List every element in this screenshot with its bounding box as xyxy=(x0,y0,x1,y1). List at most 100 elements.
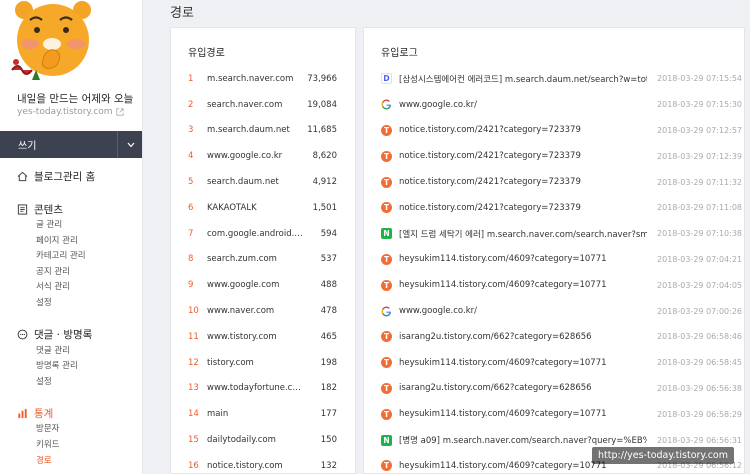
referrer-log-link[interactable]: notice.tistory.com/2421?category=723379 xyxy=(399,177,647,187)
referrer-log-row[interactable]: Tisarang2u.tistory.com/662?category=6286… xyxy=(364,324,744,350)
write-dropdown-toggle[interactable] xyxy=(117,131,142,158)
referrer-row[interactable]: 16 notice.tistory.com 132 xyxy=(171,453,355,474)
referrer-host[interactable]: www.todayfortune.c… xyxy=(207,383,305,393)
referrer-row[interactable]: 9 www.google.com 488 xyxy=(171,272,355,298)
menu-title-comments[interactable]: 댓글 · 방명록 xyxy=(0,326,142,344)
favicon-letter: T xyxy=(383,203,390,213)
referrer-log-row[interactable]: Theysukim114.tistory.com/4609?category=1… xyxy=(364,272,744,298)
referrer-rank: 11 xyxy=(188,331,199,342)
referrer-log-link[interactable]: notice.tistory.com/2421?category=723379 xyxy=(399,203,647,213)
referrer-host[interactable]: com.google.android.… xyxy=(207,229,305,239)
referrer-rank: 1 xyxy=(188,73,194,84)
referrer-log-link[interactable]: [삼성시스템에어컨 에러코드] m.search.daum.net/search… xyxy=(399,73,647,85)
referrer-host[interactable]: m.search.naver.com xyxy=(207,74,305,84)
referrer-row[interactable]: 4 www.google.co.kr 8,620 xyxy=(171,143,355,169)
menu-item-notices[interactable]: 공지 관리 xyxy=(0,265,142,281)
referrer-row[interactable]: 11 www.tistory.com 465 xyxy=(171,324,355,350)
referrer-rank: 9 xyxy=(188,280,194,291)
referrer-row[interactable]: 10 www.naver.com 478 xyxy=(171,298,355,324)
referrer-log-row[interactable]: Tnotice.tistory.com/2421?category=723379… xyxy=(364,143,744,169)
favicon-letter: T xyxy=(383,332,390,342)
referrer-host[interactable]: dailytodaily.com xyxy=(207,435,305,445)
referrer-log-row[interactable]: Theysukim114.tistory.com/4609?category=1… xyxy=(364,401,744,427)
menu-home[interactable]: 블로그관리 홈 xyxy=(0,166,142,186)
referrer-host[interactable]: notice.tistory.com xyxy=(207,461,305,471)
tistory-icon: T xyxy=(381,331,392,343)
referrer-log-row[interactable]: Tisarang2u.tistory.com/662?category=6286… xyxy=(364,376,744,402)
referrer-log-row[interactable]: Theysukim114.tistory.com/4609?category=1… xyxy=(364,350,744,376)
referrer-host[interactable]: search.daum.net xyxy=(207,177,305,187)
naver-icon: N xyxy=(381,434,392,446)
referrer-log-link[interactable]: notice.tistory.com/2421?category=723379 xyxy=(399,125,647,135)
blog-url-text[interactable]: yes-today.tistory.com xyxy=(17,107,113,117)
referrer-row[interactable]: 2 search.naver.com 19,084 xyxy=(171,92,355,118)
menu-title-stats[interactable]: 통계 xyxy=(0,404,142,422)
referrer-log-link[interactable]: www.google.co.kr/ xyxy=(399,306,647,316)
write-button[interactable]: 쓰기 xyxy=(0,131,142,158)
menu-item-pages[interactable]: 페이지 관리 xyxy=(0,234,142,250)
referrer-log-row[interactable]: Tnotice.tistory.com/2421?category=723379… xyxy=(364,195,744,221)
referrer-log-row[interactable]: D [삼성시스템에어컨 에러코드] m.search.daum.net/searc… xyxy=(364,66,744,92)
referrer-log-row[interactable]: Tnotice.tistory.com/2421?category=723379… xyxy=(364,118,744,144)
menu-item-comment-settings[interactable]: 설정 xyxy=(0,375,142,391)
blog-name[interactable]: 내일을 만드는 어제와 오늘 xyxy=(17,91,133,106)
referrer-host[interactable]: KAKAOTALK xyxy=(207,203,305,213)
referrer-log-link[interactable]: heysukim114.tistory.com/4609?category=10… xyxy=(399,358,647,368)
menu-item-visitors[interactable]: 방문자 xyxy=(0,422,142,438)
referrer-host[interactable]: www.google.co.kr xyxy=(207,151,305,161)
referrer-row[interactable]: 5 search.daum.net 4,912 xyxy=(171,169,355,195)
referrer-log-link[interactable]: isarang2u.tistory.com/662?category=62865… xyxy=(399,332,647,342)
referrer-count: 1,501 xyxy=(312,202,337,213)
referrer-row[interactable]: 7 com.google.android.… 594 xyxy=(171,221,355,247)
referrer-host[interactable]: main xyxy=(207,409,305,419)
menu-item-templates[interactable]: 서식 관리 xyxy=(0,280,142,296)
referrer-log-link[interactable]: www.google.co.kr/ xyxy=(399,100,647,110)
referrer-host[interactable]: www.tistory.com xyxy=(207,332,305,342)
referrer-log-row[interactable]: Tnotice.tistory.com/2421?category=723379… xyxy=(364,169,744,195)
referrer-host[interactable]: www.google.com xyxy=(207,280,305,290)
referrer-host[interactable]: search.zum.com xyxy=(207,254,305,264)
menu-item-categories[interactable]: 카테고리 관리 xyxy=(0,249,142,265)
menu-title-content[interactable]: 콘텐츠 xyxy=(0,200,142,218)
home-icon xyxy=(17,171,28,181)
menu-item-keywords[interactable]: 키워드 xyxy=(0,438,142,454)
referrer-log-row[interactable]: www.google.co.kr/2018-03-29 07:15:30 xyxy=(364,92,744,118)
tistory-icon: T xyxy=(381,408,392,420)
external-link-icon[interactable] xyxy=(115,108,124,116)
referrer-log-link[interactable]: heysukim114.tistory.com/4609?category=10… xyxy=(399,280,647,290)
referrer-host[interactable]: m.search.daum.net xyxy=(207,125,305,135)
referrer-row[interactable]: 3 m.search.daum.net 11,685 xyxy=(171,118,355,144)
referrer-row[interactable]: 13 www.todayfortune.c… 182 xyxy=(171,376,355,402)
referrer-log-link[interactable]: isarang2u.tistory.com/662?category=62865… xyxy=(399,383,647,393)
menu-item-guestbook[interactable]: 방명록 관리 xyxy=(0,359,142,375)
avatar[interactable] xyxy=(10,0,94,84)
favicon-letter: T xyxy=(383,125,390,135)
menu-item-comments[interactable]: 댓글 관리 xyxy=(0,344,142,360)
referrer-log-link[interactable]: heysukim114.tistory.com/4609?category=10… xyxy=(399,254,647,264)
blog-url[interactable]: yes-today.tistory.com xyxy=(17,107,124,117)
referrer-host[interactable]: search.naver.com xyxy=(207,100,305,110)
referrer-row[interactable]: 6 KAKAOTALK 1,501 xyxy=(171,195,355,221)
referrer-log-link[interactable]: [병명 a09] m.search.naver.com/search.naver… xyxy=(399,434,647,446)
referrer-log-row[interactable]: www.google.co.kr/2018-03-29 07:00:26 xyxy=(364,298,744,324)
menu-item-posts[interactable]: 글 관리 xyxy=(0,218,142,234)
referrer-log-link[interactable]: heysukim114.tistory.com/4609?category=10… xyxy=(399,409,647,419)
write-button-label[interactable]: 쓰기 xyxy=(0,137,117,152)
menu-home-label: 블로그관리 홈 xyxy=(34,170,96,183)
referrer-log-link[interactable]: notice.tistory.com/2421?category=723379 xyxy=(399,151,647,161)
referrer-log-row[interactable]: N [엘지 드럼 세탁기 에러] m.search.naver.com/searc… xyxy=(364,221,744,247)
referrer-log-time: 2018-03-29 06:58:46 xyxy=(657,332,742,342)
referrer-host[interactable]: www.naver.com xyxy=(207,306,305,316)
menu-item-content-settings[interactable]: 설정 xyxy=(0,296,142,312)
referrer-log-time: 2018-03-29 07:12:57 xyxy=(657,125,742,135)
menu-item-referrers[interactable]: 경로 xyxy=(0,454,142,470)
referrer-host[interactable]: tistory.com xyxy=(207,358,305,368)
referrer-row[interactable]: 15 dailytodaily.com 150 xyxy=(171,427,355,453)
referrer-row[interactable]: 12 tistory.com 198 xyxy=(171,350,355,376)
referrer-count: 73,966 xyxy=(307,73,337,84)
referrer-row[interactable]: 1 m.search.naver.com 73,966 xyxy=(171,66,355,92)
referrer-log-link[interactable]: [엘지 드럼 세탁기 에러] m.search.naver.com/search… xyxy=(399,228,647,240)
referrer-log-row[interactable]: Theysukim114.tistory.com/4609?category=1… xyxy=(364,247,744,273)
referrer-row[interactable]: 14 main 177 xyxy=(171,401,355,427)
referrer-row[interactable]: 8 search.zum.com 537 xyxy=(171,247,355,273)
